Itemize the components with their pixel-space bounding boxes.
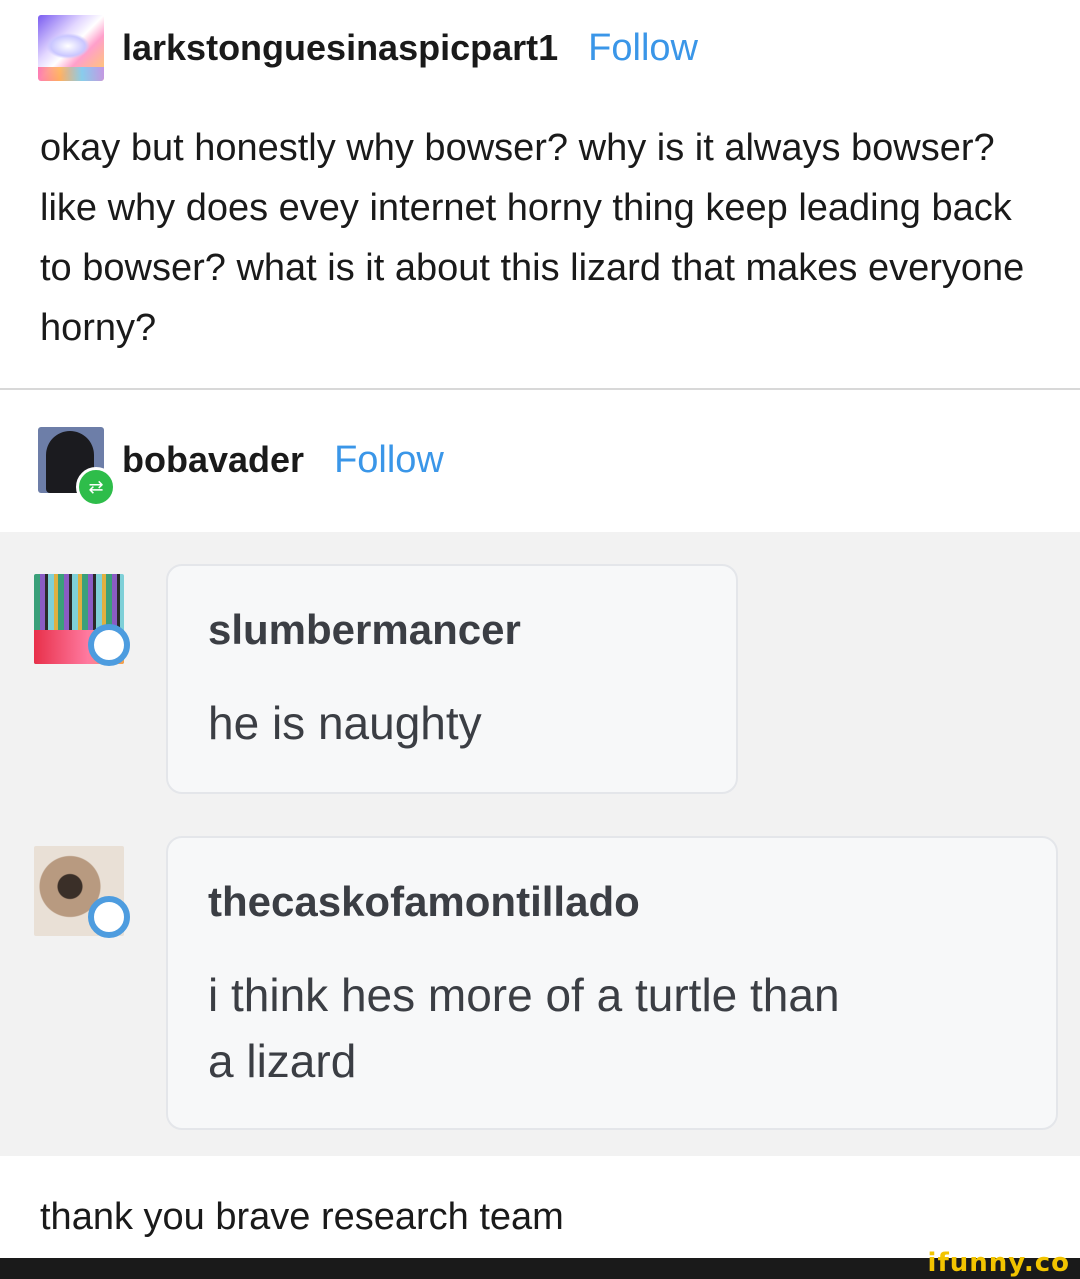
divider [0, 388, 1080, 390]
comment-icon [88, 624, 130, 666]
comment-avatar-slumbermancer[interactable] [34, 574, 130, 666]
ifunny-watermark: ifunny.co [927, 1248, 1070, 1278]
footer-bar: ifunny.co [0, 1248, 1080, 1279]
op-username[interactable]: larkstonguesinaspicpart1 [122, 27, 558, 69]
op-follow-button[interactable]: Follow [588, 27, 698, 70]
reblog-icon: ⇄ [76, 467, 116, 507]
caption: thank you brave research team [40, 1196, 564, 1238]
op-avatar[interactable] [38, 15, 104, 81]
comment-bubble: thecaskofamontillado i think hes more of… [166, 836, 1058, 1130]
post-header: larkstonguesinaspicpart1 Follow [38, 14, 698, 82]
reblog-header: ⇄ bobavader Follow [38, 426, 444, 507]
comment-text: i think hes more of a turtle than a liza… [208, 969, 840, 1087]
reblogger-username[interactable]: bobavader [122, 439, 304, 481]
comment-username[interactable]: thecaskofamontillado [208, 878, 640, 926]
post-text: okay but honestly why bowser? why is it … [40, 127, 1025, 349]
comment-bubble: slumbermancer he is naughty [166, 564, 738, 794]
comments-section: slumbermancer he is naughty thecaskofamo… [0, 532, 1080, 1156]
reblogger-follow-button[interactable]: Follow [334, 439, 444, 482]
reblogger-avatar[interactable]: ⇄ [38, 427, 116, 507]
comment-avatar-thecaskofamontillado[interactable] [34, 846, 130, 938]
comment-text: he is naughty [208, 697, 482, 749]
comment-icon [88, 896, 130, 938]
comment-username[interactable]: slumbermancer [208, 606, 521, 654]
